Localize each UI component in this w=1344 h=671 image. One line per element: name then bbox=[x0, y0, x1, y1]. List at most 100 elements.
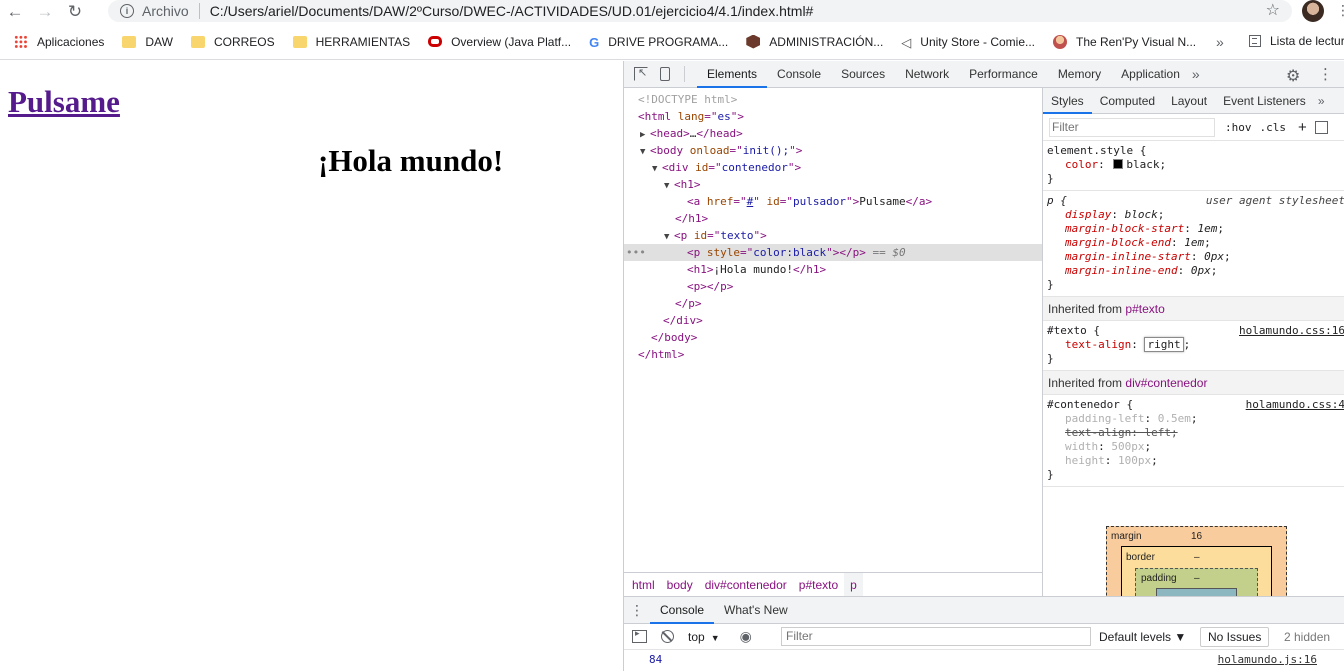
more-tabs-icon[interactable]: » bbox=[1192, 66, 1200, 82]
reload-icon[interactable]: ↻ bbox=[60, 1, 90, 23]
dom-div-close[interactable]: </div> bbox=[624, 312, 1042, 329]
pulsame-link[interactable]: Pulsame bbox=[8, 84, 120, 120]
hov-toggle[interactable]: :hov bbox=[1225, 121, 1252, 134]
tab-sources[interactable]: Sources bbox=[831, 61, 895, 88]
context-selector[interactable]: top ▼ bbox=[688, 630, 720, 644]
bookmark-overview-java[interactable]: Overview (Java Platf... bbox=[428, 35, 571, 49]
drawer-menu-icon[interactable]: ⋮ bbox=[624, 602, 650, 619]
reading-list-button[interactable]: Lista de lectura bbox=[1249, 34, 1344, 48]
console-sidebar-icon[interactable] bbox=[632, 628, 647, 643]
console-source-link[interactable]: holamundo.js:16 bbox=[1218, 651, 1317, 669]
box-model-padding-value[interactable]: – bbox=[1194, 573, 1200, 584]
issues-button[interactable]: No Issues bbox=[1200, 627, 1270, 647]
tab-computed[interactable]: Computed bbox=[1092, 88, 1163, 114]
more-bookmarks-icon[interactable]: » bbox=[1216, 34, 1224, 50]
address-bar[interactable]: i Archivo C:/Users/ariel/Documents/DAW/2… bbox=[108, 0, 1292, 22]
address-separator bbox=[198, 3, 200, 19]
style-property[interactable]: text-align: right; bbox=[1047, 337, 1344, 352]
dom-p-texto[interactable]: ▼ <p id="texto"> bbox=[624, 227, 1042, 244]
dom-h1[interactable]: ▼ <h1> bbox=[624, 176, 1042, 193]
log-levels-dropdown[interactable]: Default levels ▼ bbox=[1099, 624, 1186, 650]
bookmark-correos[interactable]: CORREOS bbox=[190, 35, 275, 49]
inherited-selector-link[interactable]: div#contenedor bbox=[1125, 376, 1207, 390]
rule-source-link[interactable]: holamundo.css:16 bbox=[1239, 324, 1344, 338]
dom-html[interactable]: <html lang="es"> bbox=[624, 108, 1042, 125]
breadcrumb-item[interactable]: body bbox=[661, 573, 699, 597]
dom-p-selected[interactable]: ••• <p style="color:black"></p> == $0 bbox=[624, 244, 1042, 261]
google-icon: G bbox=[589, 34, 600, 50]
rule-selector[interactable]: element.style { bbox=[1047, 144, 1344, 158]
dom-doctype[interactable]: <!DOCTYPE html> bbox=[624, 91, 1042, 108]
eye-icon[interactable]: ◉ bbox=[740, 628, 752, 645]
menu-icon[interactable]: ⋮ bbox=[1336, 2, 1344, 19]
box-model-content[interactable] bbox=[1156, 588, 1237, 596]
inspect-element-icon[interactable] bbox=[634, 66, 648, 81]
tab-performance[interactable]: Performance bbox=[959, 61, 1048, 88]
styles-filter-input[interactable]: Filter bbox=[1049, 117, 1215, 137]
style-property[interactable]: color: black; bbox=[1047, 158, 1344, 172]
drawer-tab-console[interactable]: Console bbox=[650, 597, 715, 624]
bookmark-herramientas[interactable]: HERRAMIENTAS bbox=[292, 35, 410, 49]
bookmark-label: DRIVE PROGRAMA... bbox=[608, 34, 729, 49]
tab-event-listeners[interactable]: Event Listeners bbox=[1215, 88, 1314, 114]
toggle-sidebar-icon[interactable] bbox=[1314, 120, 1328, 134]
dom-h1-hola[interactable]: <h1>¡Hola mundo!</h1> bbox=[624, 261, 1042, 278]
avatar[interactable] bbox=[1302, 0, 1324, 22]
style-property-overridden[interactable]: text-align: left; bbox=[1047, 426, 1344, 440]
dom-div-contenedor[interactable]: ▼ <div id="contenedor"> bbox=[624, 159, 1042, 176]
tab-application[interactable]: Application bbox=[1111, 61, 1190, 88]
forward-icon[interactable]: → bbox=[30, 1, 60, 23]
style-property[interactable]: padding-left: 0.5em; bbox=[1047, 412, 1344, 426]
tab-memory[interactable]: Memory bbox=[1048, 61, 1111, 88]
tab-layout[interactable]: Layout bbox=[1163, 88, 1215, 114]
console-filter-input[interactable]: Filter bbox=[781, 627, 1091, 646]
devtools-menu-icon[interactable]: ⋮ bbox=[1318, 65, 1333, 83]
tab-styles[interactable]: Styles bbox=[1043, 88, 1092, 114]
divider bbox=[684, 66, 685, 82]
box-model-margin-value[interactable]: 16 bbox=[1191, 531, 1202, 542]
dom-a-pulsador[interactable]: <a href="#" id="pulsador">Pulsame</a> bbox=[624, 193, 1042, 210]
style-property[interactable]: width: 500px; bbox=[1047, 440, 1344, 454]
tab-elements[interactable]: Elements bbox=[697, 61, 768, 88]
rule-source-link[interactable]: holamundo.css:4 bbox=[1246, 398, 1344, 412]
dom-html-close[interactable]: </html> bbox=[624, 346, 1042, 363]
dom-p-empty[interactable]: <p></p> bbox=[624, 278, 1042, 295]
back-icon[interactable]: ← bbox=[0, 1, 30, 23]
info-icon[interactable]: i bbox=[120, 4, 134, 18]
breadcrumb-item[interactable]: div#contenedor bbox=[699, 573, 793, 597]
drawer-tab-whats-new[interactable]: What's New bbox=[714, 597, 798, 624]
bookmark-renpy[interactable]: The Ren'Py Visual N... bbox=[1053, 34, 1197, 49]
cls-toggle[interactable]: .cls bbox=[1260, 121, 1287, 134]
star-icon[interactable]: ☆ bbox=[1266, 0, 1280, 20]
breadcrumb-item[interactable]: p#texto bbox=[793, 573, 844, 597]
dom-body[interactable]: ▼ <body onload="init();"> bbox=[624, 142, 1042, 159]
dom-h1-close[interactable]: </h1> bbox=[624, 210, 1042, 227]
reading-list-label: Lista de lectura bbox=[1270, 34, 1344, 48]
tab-console[interactable]: Console bbox=[767, 61, 831, 88]
address-url[interactable]: C:/Users/ariel/Documents/DAW/2ºCurso/DWE… bbox=[210, 3, 814, 19]
gear-icon[interactable]: ⚙ bbox=[1286, 66, 1300, 86]
dom-head[interactable]: ▶ <head>…</head> bbox=[624, 125, 1042, 142]
bookmark-label: The Ren'Py Visual N... bbox=[1076, 34, 1197, 49]
more-tabs-icon[interactable]: » bbox=[1314, 94, 1325, 108]
bookmark-unity[interactable]: ◁ Unity Store - Comie... bbox=[901, 35, 1035, 50]
new-rule-icon[interactable]: + bbox=[1298, 119, 1307, 136]
tab-network[interactable]: Network bbox=[895, 61, 959, 88]
breadcrumb-item-current[interactable]: p bbox=[844, 572, 863, 597]
dom-body-close[interactable]: </body> bbox=[624, 329, 1042, 346]
bookmark-administracion[interactable]: ADMINISTRACIÓN... bbox=[746, 34, 883, 49]
bookmark-daw[interactable]: DAW bbox=[122, 35, 173, 49]
rule-source: user agent stylesheet bbox=[1205, 194, 1344, 207]
inherited-selector-link[interactable]: p#texto bbox=[1125, 302, 1164, 316]
color-swatch[interactable] bbox=[1113, 159, 1124, 169]
breadcrumb-item[interactable]: html bbox=[626, 573, 661, 597]
more-actions-icon[interactable]: ••• bbox=[626, 244, 646, 261]
bookmark-drive[interactable]: G DRIVE PROGRAMA... bbox=[589, 34, 729, 50]
box-model-border-value[interactable]: – bbox=[1194, 552, 1200, 563]
dom-p-close[interactable]: </p> bbox=[624, 295, 1042, 312]
property-value-editor[interactable]: right bbox=[1144, 337, 1184, 352]
device-toolbar-icon[interactable] bbox=[660, 67, 670, 81]
clear-console-icon[interactable] bbox=[661, 630, 674, 643]
bookmark-apps[interactable]: Aplicaciones bbox=[14, 34, 104, 49]
style-property[interactable]: height: 100px; bbox=[1047, 454, 1344, 468]
